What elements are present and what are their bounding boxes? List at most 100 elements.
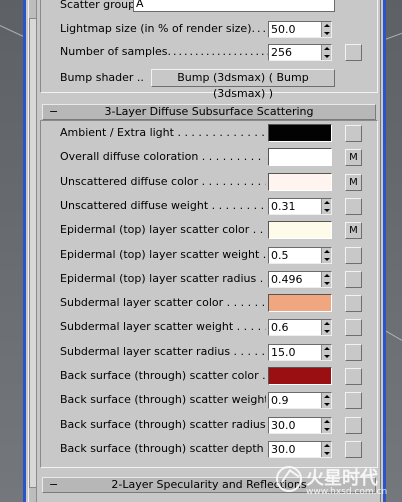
samples-value[interactable]: 256 (269, 45, 321, 60)
leader-dots: . . . . . . . . . . . . . . . . . . . . … (177, 126, 266, 139)
spinner-arrows[interactable] (321, 345, 331, 360)
spinner-value[interactable]: 0.5 (269, 248, 321, 263)
param-label: Ambient / Extra light . . . . . . . . . … (60, 126, 266, 140)
map-slot-button[interactable] (345, 319, 362, 336)
watermark: 火星时代 www.hxsd.com.cn (276, 460, 402, 502)
color-swatch[interactable] (268, 367, 332, 385)
spinner-value[interactable]: 30.0 (269, 442, 321, 457)
arrow-up-icon[interactable] (324, 274, 330, 277)
map-slot-button[interactable] (345, 125, 362, 142)
arrow-up-icon[interactable] (324, 395, 330, 398)
arrow-up-icon[interactable] (324, 322, 330, 325)
leader-dots: . . . . . . . . . . . . . . . . . . . . … (233, 345, 266, 358)
map-slot-button[interactable] (345, 271, 362, 288)
param-label: Unscattered diffuse weight . . . . . . .… (60, 199, 266, 213)
map-slot-button[interactable]: M (345, 149, 362, 166)
arrow-down-icon[interactable] (324, 428, 330, 431)
map-slot-button[interactable] (345, 198, 362, 215)
value-spinner[interactable]: 0.6 (268, 319, 332, 336)
arrow-down-icon[interactable] (324, 355, 330, 358)
map-slot-button[interactable] (345, 247, 362, 264)
param-label: Unscattered diffuse color . . . . . . . … (60, 175, 266, 189)
watermark-logo-icon (276, 466, 302, 492)
value-spinner[interactable]: 0.31 (268, 198, 332, 215)
map-slot-button[interactable]: M (345, 174, 362, 191)
spinner-arrows[interactable] (321, 248, 331, 263)
value-spinner[interactable]: 15.0 (268, 344, 332, 361)
arrow-down-icon[interactable] (324, 452, 330, 455)
lightmap-size-value[interactable]: 50.0 (269, 22, 321, 37)
arrow-up-icon[interactable] (324, 47, 330, 50)
arrow-up-icon[interactable] (324, 444, 330, 447)
spinner-value[interactable]: 30.0 (269, 418, 321, 433)
arrow-down-icon[interactable] (324, 403, 330, 406)
scrollbar-thumb[interactable] (29, 18, 37, 488)
spinner-arrows[interactable] (321, 442, 331, 457)
arrow-up-icon[interactable] (324, 250, 330, 253)
arrow-up-icon[interactable] (324, 24, 330, 27)
rollout-title: 3-Layer Diffuse Subsurface Scattering (104, 105, 314, 118)
value-spinner[interactable]: 30.0 (268, 441, 332, 458)
samples-map-button[interactable] (345, 44, 362, 61)
spinner-arrows[interactable] (321, 393, 331, 408)
map-slot-button[interactable]: M (345, 222, 362, 239)
map-slot-button[interactable] (345, 344, 362, 361)
param-label: Epidermal (top) layer scatter radius . .… (60, 272, 266, 286)
spinner-arrows[interactable] (321, 418, 331, 433)
value-spinner[interactable]: 0.9 (268, 392, 332, 409)
bump-shader-button[interactable]: Bump (3dsmax) ( Bump (3dsmax) ) (151, 69, 335, 100)
leader-dots: . . . . . . . . . . . . . . . . . . . . … (211, 199, 266, 212)
color-swatch[interactable] (268, 124, 332, 142)
arrow-up-icon[interactable] (324, 201, 330, 204)
bump-shader-label: Bump shader .. (60, 71, 144, 84)
lightmap-size-spinner[interactable]: 50.0 (268, 21, 332, 38)
param-label: Back surface (through) scatter color . .… (60, 369, 266, 383)
map-slot-button[interactable] (345, 441, 362, 458)
samples-spinner[interactable]: 256 (268, 44, 332, 61)
scatter-group-field[interactable]: A (133, 0, 335, 12)
samples-label: Number of samples.................... (60, 45, 268, 58)
arrow-up-icon[interactable] (324, 420, 330, 423)
color-swatch[interactable] (268, 221, 332, 239)
bump-shader-text: Bump shader (60, 71, 134, 84)
spinner-arrows[interactable] (321, 22, 331, 37)
param-label-text: Ambient / Extra light (60, 126, 174, 139)
map-slot-button[interactable] (345, 295, 362, 312)
color-swatch[interactable] (268, 148, 332, 166)
param-label-text: Epidermal (top) layer scatter radius (60, 272, 257, 285)
leader-dots: . . . . . . . . . . . . . . . . . . . . … (259, 272, 266, 285)
color-swatch[interactable] (268, 173, 332, 191)
color-swatch[interactable] (268, 294, 332, 312)
spinner-value[interactable]: 0.31 (269, 199, 321, 214)
arrow-down-icon[interactable] (324, 258, 330, 261)
arrow-down-icon[interactable] (324, 209, 330, 212)
value-spinner[interactable]: 0.5 (268, 247, 332, 264)
spinner-arrows[interactable] (321, 199, 331, 214)
leader-dots: . . . . . . . . . . . . . . . . . . . . … (262, 248, 266, 261)
arrow-down-icon[interactable] (324, 282, 330, 285)
map-slot-button[interactable] (345, 392, 362, 409)
spinner-arrows[interactable] (321, 45, 331, 60)
leader-dots: . . . . . . . . . . . . . . . . . . . . … (252, 223, 266, 236)
value-spinner[interactable]: 0.496 (268, 271, 332, 288)
map-slot-button[interactable] (345, 417, 362, 434)
spinner-value[interactable]: 0.9 (269, 393, 321, 408)
arrow-down-icon[interactable] (324, 32, 330, 35)
param-label: Back surface (through) scatter weight . … (60, 393, 266, 407)
param-label: Subdermal layer scatter weight . . . . .… (60, 320, 266, 334)
arrow-up-icon[interactable] (324, 347, 330, 350)
spinner-value[interactable]: 0.6 (269, 320, 321, 335)
param-label-text: Back surface (through) scatter color (60, 369, 259, 382)
param-label: Epidermal (top) layer scatter weight . .… (60, 248, 266, 262)
sss-rollout-header[interactable]: − 3-Layer Diffuse Subsurface Scattering (42, 104, 376, 120)
spinner-arrows[interactable] (321, 272, 331, 287)
spinner-value[interactable]: 0.496 (269, 272, 321, 287)
spinner-value[interactable]: 15.0 (269, 345, 321, 360)
arrow-down-icon[interactable] (324, 330, 330, 333)
value-spinner[interactable]: 30.0 (268, 417, 332, 434)
leader-dots: . . . . . . . . . . . . . . . . . . . . … (201, 175, 266, 188)
map-slot-button[interactable] (345, 368, 362, 385)
arrow-down-icon[interactable] (324, 55, 330, 58)
spinner-arrows[interactable] (321, 320, 331, 335)
param-label-text: Epidermal (top) layer scatter color (60, 223, 250, 236)
